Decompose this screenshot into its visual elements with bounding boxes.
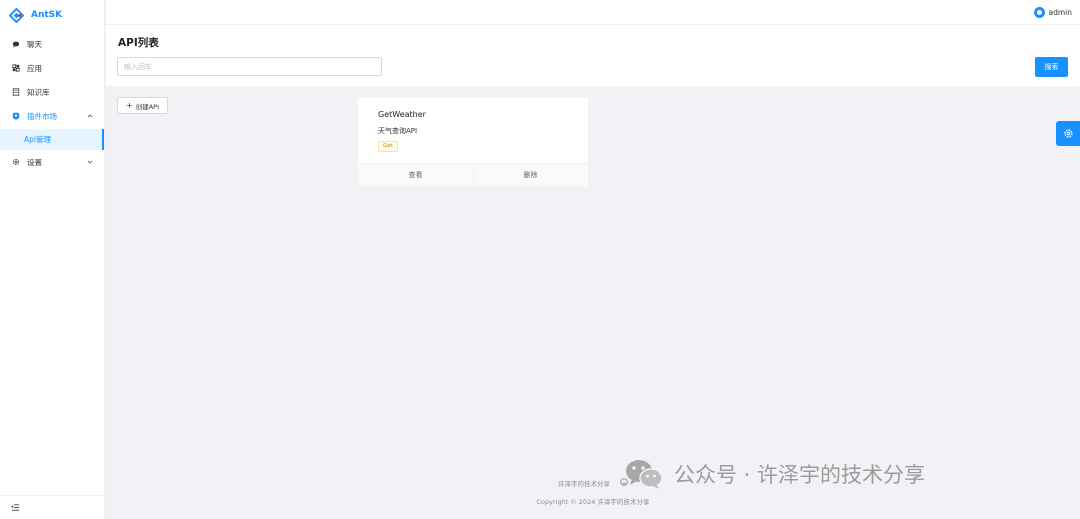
page-title: API列表	[118, 37, 159, 49]
logo[interactable]: AntSK	[0, 0, 104, 30]
sidebar-item-label: Api管理	[24, 135, 51, 144]
create-api-label: 创建API	[135, 102, 159, 111]
delete-button[interactable]: 删除	[473, 164, 588, 186]
gear-icon	[1063, 129, 1073, 138]
chat-icon	[11, 39, 21, 49]
book-icon	[11, 87, 21, 97]
sidebar-item-label: 聊天	[27, 39, 42, 49]
avatar	[1033, 7, 1045, 18]
sidebar-menu: 聊天 应用 知识库 插件市场 Api管理 设置	[0, 32, 104, 174]
view-button[interactable]: 查看	[358, 164, 473, 186]
antsk-logo-icon	[8, 7, 25, 23]
watermark-text: 公众号 · 许泽宇的技术分享	[674, 463, 926, 487]
sidebar-item-label: 插件市场	[27, 111, 57, 121]
collapse-sidebar-button[interactable]	[0, 495, 105, 519]
search-input[interactable]	[117, 57, 382, 76]
gear-icon	[11, 157, 21, 167]
user-menu[interactable]: admin	[1033, 7, 1073, 18]
theme-settings-button[interactable]	[1056, 121, 1080, 146]
watermark: 公众号 · 许泽宇的技术分享	[624, 458, 925, 490]
create-api-button[interactable]: + 创建API	[117, 97, 168, 114]
footer-link[interactable]: 许泽宇的技术分享	[558, 478, 610, 488]
sidebar: AntSK 聊天 应用 知识库 插件市场 Api管理 设置	[0, 0, 105, 519]
sidebar-item-knowledge-base[interactable]: 知识库	[0, 80, 104, 104]
api-card-actions: 查看 删除	[358, 163, 588, 186]
api-card-description: 天气查询API	[378, 127, 418, 135]
api-card: GetWeather 天气查询API Get 查看 删除	[358, 98, 588, 186]
plugin-icon	[11, 111, 21, 121]
page-header: API列表 搜索	[106, 25, 1080, 86]
sidebar-item-label: 知识库	[27, 87, 50, 97]
search-button[interactable]: 搜索	[1035, 57, 1068, 77]
sidebar-item-api-management[interactable]: Api管理	[0, 129, 104, 150]
menu-fold-icon	[11, 504, 20, 511]
wechat-icon	[624, 458, 664, 490]
method-tag: Get	[378, 141, 398, 152]
sidebar-item-apps[interactable]: 应用	[0, 56, 104, 80]
sidebar-item-chat[interactable]: 聊天	[0, 32, 104, 56]
footer: 许泽宇的技术分享 Copyright © 2024 许泽宇的技术分享	[106, 478, 1080, 506]
top-header: admin	[106, 0, 1080, 25]
copyright: Copyright © 2024 许泽宇的技术分享	[536, 498, 650, 506]
chevron-up-icon	[87, 114, 93, 118]
sidebar-item-settings[interactable]: 设置	[0, 150, 104, 174]
username: admin	[1048, 8, 1073, 17]
sidebar-item-label: 设置	[27, 157, 42, 167]
chevron-down-icon	[87, 160, 93, 164]
sidebar-item-label: 应用	[27, 63, 42, 73]
app-name: AntSK	[31, 10, 63, 20]
sidebar-item-plugin-market[interactable]: 插件市场	[0, 104, 104, 128]
api-card-title: GetWeather	[378, 110, 426, 119]
plus-icon: +	[126, 101, 133, 110]
apps-icon	[11, 63, 21, 73]
